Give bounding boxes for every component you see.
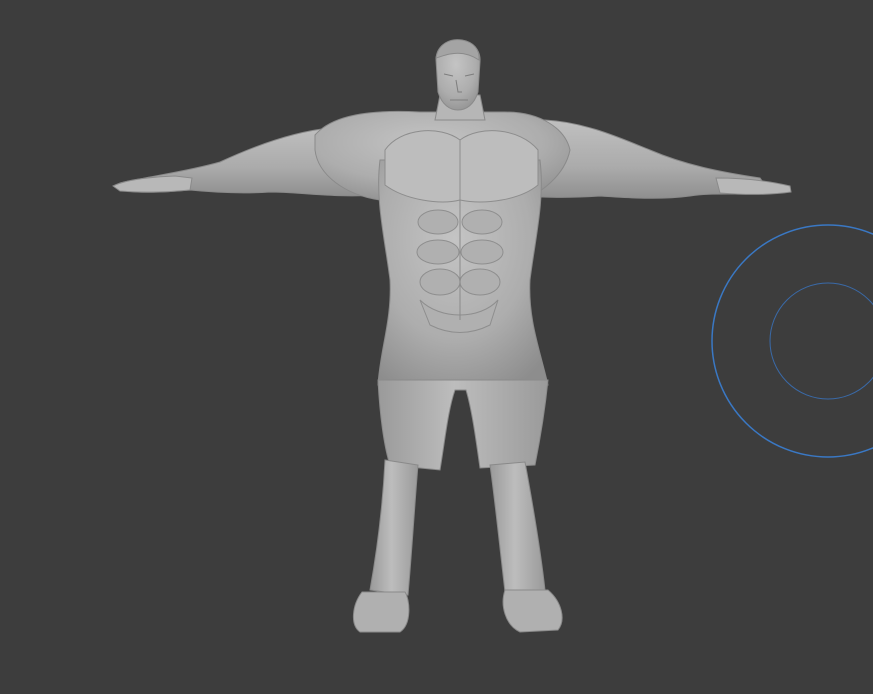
brush-outer-radius (711, 224, 873, 458)
3d-viewport[interactable] (0, 0, 873, 694)
right-shin[interactable] (489, 461, 546, 593)
left-foot[interactable] (353, 591, 410, 633)
sculpted-model[interactable] (112, 39, 792, 633)
viewport-canvas[interactable] (0, 0, 873, 694)
left-hand[interactable] (112, 175, 193, 193)
brush-cursor[interactable] (711, 224, 873, 458)
left-pec[interactable] (384, 130, 461, 203)
left-shin[interactable] (369, 459, 419, 596)
right-hand[interactable] (715, 177, 792, 195)
brush-inner-radius (769, 282, 873, 400)
right-pec[interactable] (459, 130, 539, 203)
pelvis[interactable] (377, 379, 549, 471)
right-foot[interactable] (502, 589, 563, 633)
